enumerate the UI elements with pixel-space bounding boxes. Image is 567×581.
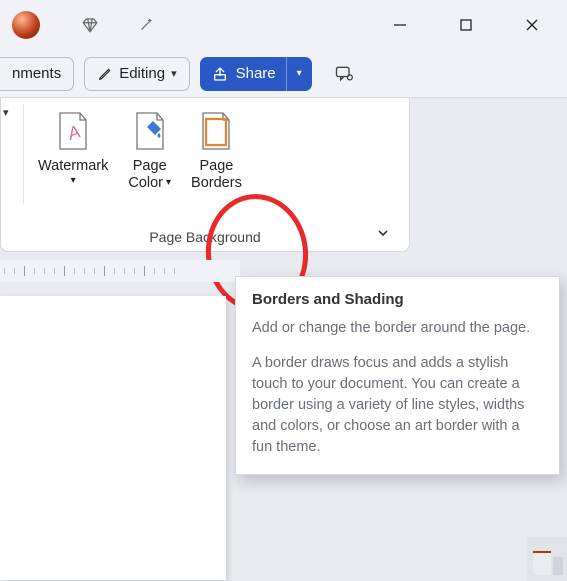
minimize-icon [393,18,407,32]
share-button[interactable]: Share ▾ [200,57,312,91]
chevron-down-icon: ▾ [71,175,76,187]
page-borders-label-2: Borders [191,175,242,192]
editing-label: Editing [119,65,165,82]
comments-label: nments [12,65,61,82]
page-color-label-2: Color [128,175,163,192]
premium-button[interactable] [66,5,114,45]
share-icon [212,66,228,82]
page-borders-button[interactable]: Page Borders [181,98,252,191]
maximize-icon [459,18,473,32]
comments-pane-button[interactable] [322,64,366,84]
horizontal-ruler[interactable] [0,260,240,282]
watermark-label-1: Watermark [38,158,108,175]
share-dropdown[interactable]: ▾ [286,57,312,91]
window-close-button[interactable] [503,5,561,45]
title-bar [0,0,567,50]
separator [23,104,24,204]
page-borders-label-1: Page [200,158,234,175]
page-color-button[interactable]: Page Color ▾ [118,98,181,191]
tips-button[interactable] [122,5,170,45]
chevron-down-icon [376,226,390,240]
diamond-icon [81,16,99,34]
page-color-label-1: Page [133,158,167,175]
comment-person-icon [334,64,354,84]
collapse-ribbon-button[interactable] [369,221,397,245]
previous-group-chevron[interactable]: ▾ [1,98,23,206]
tooltip-paragraph-2: A border draws focus and adds a stylish … [252,353,543,458]
app-accent-sphere [12,11,40,39]
pencil-icon [97,66,113,82]
page-borders-tooltip: Borders and Shading Add or change the bo… [235,276,560,475]
editing-mode-button[interactable]: Editing ▾ [84,57,189,91]
page-color-icon [133,111,167,151]
chevron-down-icon: ▾ [3,106,9,119]
group-label: Page Background [1,225,409,251]
page-background-group: ▾ A Watermark ▾ [0,98,410,252]
window-minimize-button[interactable] [371,5,429,45]
watermark-icon: A [56,111,90,151]
magic-wand-icon [137,16,155,34]
document-page[interactable] [0,296,226,580]
share-label: Share [236,65,276,82]
watermark-button[interactable]: A Watermark ▾ [28,98,118,186]
ribbon-actions-row: nments Editing ▾ Share ▾ [0,50,567,98]
chevron-down-icon: ▾ [166,177,171,189]
page-borders-icon [199,111,233,151]
chevron-down-icon: ▾ [297,68,302,79]
tooltip-title: Borders and Shading [252,291,543,308]
tooltip-paragraph-1: Add or change the border around the page… [252,318,543,339]
chevron-down-icon: ▾ [171,67,177,80]
background-thumbnail [527,537,567,581]
close-icon [525,18,539,32]
comments-button[interactable]: nments [0,57,74,91]
window-maximize-button[interactable] [437,5,495,45]
ribbon-group-row: ▾ A Watermark ▾ [0,98,567,266]
